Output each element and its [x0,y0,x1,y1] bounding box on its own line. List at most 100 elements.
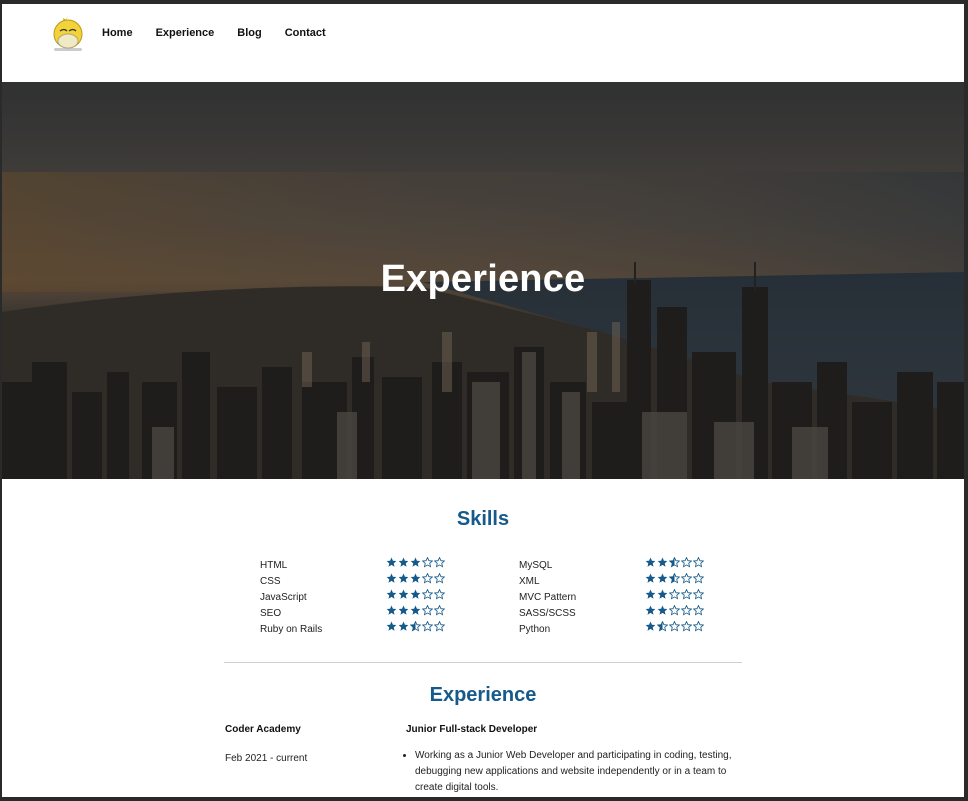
skill-name: SEO [260,607,282,619]
skill-row: HTML [260,557,445,573]
skills-left-column: HTML CSS JavaScript SEO Ruby on Rails [260,557,445,637]
star-empty-icon [693,557,704,568]
nav-blog[interactable]: Blog [237,27,261,39]
star-full-icon [398,621,409,631]
star-empty-icon [422,589,433,600]
skill-row: SEO [260,605,445,621]
star-empty-icon [693,573,704,584]
star-empty-icon [681,557,692,568]
star-half-icon [669,573,680,584]
skill-name: HTML [260,559,288,571]
skill-name: Python [519,623,551,635]
skill-rating-stars [645,621,704,633]
star-full-icon [386,605,397,615]
star-empty-icon [681,605,692,616]
star-full-icon [410,589,421,599]
experience-duty-item: Working as a Junior Web Developer and pa… [415,748,745,796]
experience-title: Experience [429,684,537,706]
star-full-icon [386,589,397,599]
star-empty-icon [681,573,692,584]
experience-date: Feb 2021 - current [225,753,308,764]
star-empty-icon [669,589,680,600]
star-full-icon [645,557,656,567]
star-empty-icon [693,605,704,616]
star-empty-icon [681,621,692,632]
skill-rating-stars [645,557,704,569]
star-empty-icon [422,605,433,616]
star-empty-icon [669,605,680,616]
skill-name: MVC Pattern [519,591,577,603]
star-full-icon [657,589,668,599]
nav-home[interactable]: Home [102,27,133,39]
star-full-icon [657,573,668,583]
skill-rating-stars [386,589,445,601]
skill-rating-stars [645,589,704,601]
skill-rating-stars [386,621,445,633]
skill-name: MySQL [519,559,553,571]
hero-title: Experience [380,258,586,300]
star-full-icon [386,557,397,567]
skill-rating-stars [645,605,704,617]
skill-name: Ruby on Rails [260,623,323,635]
star-empty-icon [422,621,433,632]
star-empty-icon [434,557,445,568]
star-full-icon [657,605,668,615]
section-divider [224,662,742,663]
duck-logo-icon[interactable] [52,14,84,52]
star-half-icon [410,621,421,632]
star-full-icon [645,589,656,599]
skill-name: CSS [260,575,281,587]
star-full-icon [657,557,668,567]
star-empty-icon [434,605,445,616]
star-empty-icon [693,621,704,632]
star-empty-icon [693,589,704,600]
star-full-icon [645,621,656,631]
skill-rating-stars [386,573,445,585]
skill-name: JavaScript [260,591,307,603]
star-full-icon [386,573,397,583]
skill-rating-stars [386,605,445,617]
skill-row: CSS [260,573,445,589]
top-nav: Home Experience Blog Contact [2,4,964,82]
skill-rating-stars [386,557,445,569]
skill-row: JavaScript [260,589,445,605]
skill-row: XML [519,573,704,589]
star-full-icon [398,589,409,599]
star-empty-icon [434,621,445,632]
skill-row: MySQL [519,557,704,573]
star-empty-icon [422,573,433,584]
star-empty-icon [434,589,445,600]
hero-banner: Experience [2,82,964,479]
skill-name: XML [519,575,540,587]
star-empty-icon [434,573,445,584]
star-full-icon [386,621,397,631]
star-empty-icon [669,621,680,632]
star-full-icon [398,557,409,567]
nav-experience[interactable]: Experience [156,27,215,39]
star-full-icon [410,557,421,567]
skill-row: Ruby on Rails [260,621,445,637]
star-half-icon [669,557,680,568]
nav-contact[interactable]: Contact [285,27,326,39]
skills-title: Skills [456,508,510,530]
skill-row: SASS/SCSS [519,605,704,621]
star-full-icon [398,605,409,615]
skill-name: SASS/SCSS [519,607,576,619]
nav-links: Home Experience Blog Contact [102,27,349,39]
skill-row: MVC Pattern [519,589,704,605]
star-full-icon [645,573,656,583]
experience-duties: Working as a Junior Web Developer and pa… [406,748,745,796]
skill-rating-stars [645,573,704,585]
skills-right-column: MySQL XML MVC Pattern SASS/SCSS Python [519,557,704,637]
page: Home Experience Blog Contact Experience … [2,4,964,797]
star-half-icon [657,621,668,632]
experience-role: Junior Full-stack Developer [406,724,538,735]
experience-company: Coder Academy [225,724,301,735]
star-full-icon [410,605,421,615]
skill-row: Python [519,621,704,637]
star-full-icon [398,573,409,583]
star-full-icon [410,573,421,583]
star-empty-icon [681,589,692,600]
star-full-icon [645,605,656,615]
star-empty-icon [422,557,433,568]
